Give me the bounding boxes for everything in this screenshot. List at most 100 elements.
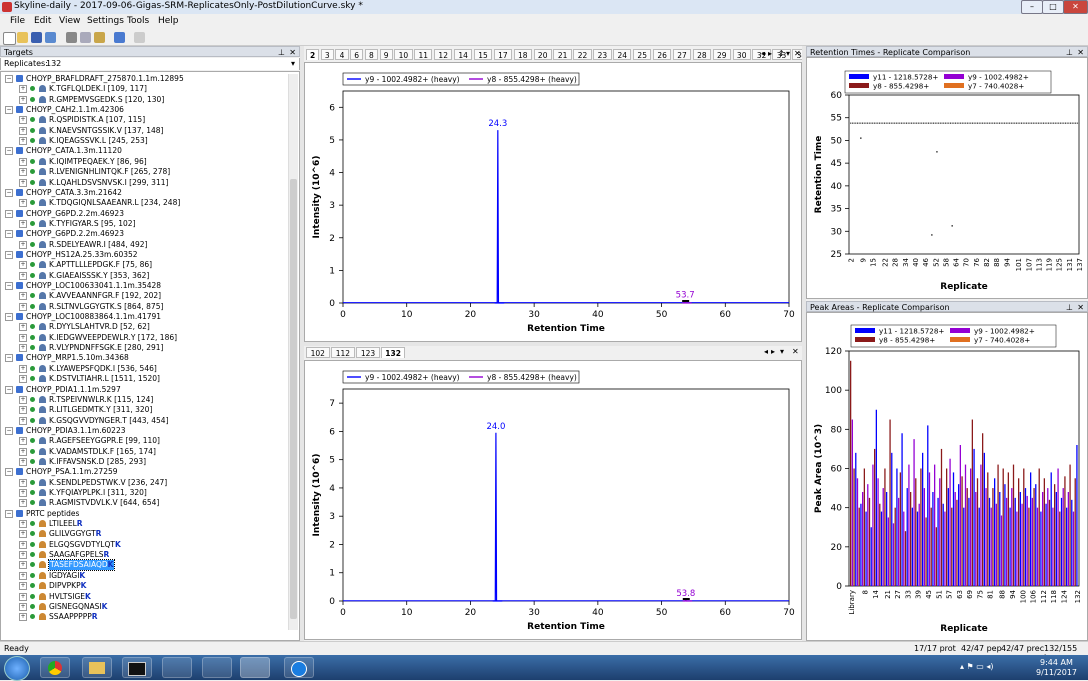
tab-replicate[interactable]: 28 bbox=[692, 49, 712, 60]
tab-replicate[interactable]: 2 bbox=[306, 49, 320, 60]
expand-icon[interactable]: + bbox=[19, 292, 27, 301]
expand-icon[interactable]: + bbox=[19, 271, 27, 280]
maximize-button[interactable]: □ bbox=[1042, 0, 1064, 14]
expand-icon[interactable]: + bbox=[19, 116, 27, 125]
collapse-icon[interactable]: − bbox=[5, 250, 13, 259]
collapse-icon[interactable]: − bbox=[5, 75, 13, 83]
expand-icon[interactable]: + bbox=[19, 602, 27, 611]
expand-icon[interactable]: + bbox=[19, 302, 27, 311]
tab-replicate[interactable]: 17 bbox=[493, 49, 513, 60]
tab-replicate[interactable]: 15 bbox=[473, 49, 493, 60]
chromatogram-bottom[interactable]: 0 10 20 30 40 50 60 70 0 1 2 3 4 5 6 7 Retention Time Int… bbox=[304, 360, 802, 640]
collapse-icon[interactable]: − bbox=[5, 230, 13, 239]
chromatogram-bottom-plot[interactable]: 0 10 20 30 40 50 60 70 0 1 2 3 4 5 6 7 Retention Time Int… bbox=[305, 361, 801, 639]
tab-replicate[interactable]: 4 bbox=[335, 49, 349, 60]
pa-plot[interactable]: y11 - 1218.5728+ y9 - 1002.4982+ y8 - 855.… bbox=[807, 313, 1087, 640]
expand-icon[interactable]: + bbox=[19, 344, 27, 353]
app-taskbar-icon[interactable] bbox=[162, 657, 192, 678]
expand-icon[interactable]: + bbox=[19, 168, 27, 177]
start-button[interactable] bbox=[4, 656, 30, 681]
close-pane-icon[interactable]: ✕ bbox=[289, 47, 296, 58]
collapse-icon[interactable]: − bbox=[5, 282, 13, 290]
expand-icon[interactable]: + bbox=[19, 457, 27, 466]
tab-scroll-right-icon[interactable]: ▸ bbox=[771, 347, 775, 356]
expand-icon[interactable]: + bbox=[19, 520, 27, 529]
expand-icon[interactable]: + bbox=[19, 157, 27, 166]
targets-scrollbar[interactable] bbox=[288, 74, 298, 630]
tab-replicate[interactable]: 14 bbox=[453, 49, 473, 60]
expand-icon[interactable]: + bbox=[19, 561, 27, 570]
expand-icon[interactable]: + bbox=[19, 478, 27, 487]
collapse-icon[interactable]: − bbox=[5, 354, 13, 363]
menu-tools[interactable]: Tools bbox=[127, 16, 149, 26]
clock-date[interactable]: 9/11/2017 bbox=[1036, 668, 1077, 677]
publish-icon[interactable] bbox=[45, 32, 56, 43]
expand-icon[interactable]: + bbox=[19, 571, 27, 580]
tab-scroll-right-icon[interactable]: ▸ bbox=[768, 49, 772, 58]
expand-icon[interactable]: + bbox=[19, 219, 27, 228]
expand-icon[interactable]: + bbox=[19, 178, 27, 187]
tab-scroll-left-icon[interactable]: ◂ bbox=[764, 347, 768, 356]
dropdown-icon[interactable]: ▾ bbox=[786, 49, 790, 58]
collapse-icon[interactable]: − bbox=[5, 426, 13, 435]
undo-icon[interactable] bbox=[114, 32, 125, 43]
close-icon[interactable]: ✕ bbox=[794, 49, 801, 58]
expand-icon[interactable]: + bbox=[19, 447, 27, 456]
menu-settings[interactable]: Settings bbox=[87, 16, 124, 26]
expand-icon[interactable]: + bbox=[19, 95, 27, 104]
open-folder-icon[interactable] bbox=[17, 32, 28, 43]
tab-replicate[interactable]: 27 bbox=[672, 49, 692, 60]
menu-edit[interactable]: Edit bbox=[34, 16, 51, 26]
rt-chart[interactable]: y11 - 1218.5728+ y9 - 1002.4982+ y8 - 855.… bbox=[806, 57, 1088, 299]
paste-icon[interactable] bbox=[94, 32, 105, 43]
cmd-taskbar-icon[interactable] bbox=[122, 657, 152, 678]
tab-replicate[interactable]: 26 bbox=[652, 49, 672, 60]
explorer-taskbar-icon[interactable] bbox=[82, 657, 112, 678]
tab-replicate[interactable]: 123 bbox=[356, 347, 380, 358]
tab-replicate[interactable]: 10 bbox=[394, 49, 413, 60]
close-icon[interactable]: ✕ bbox=[792, 347, 799, 356]
collapse-icon[interactable]: − bbox=[5, 313, 13, 322]
skyline-active-taskbar-icon[interactable] bbox=[240, 657, 270, 678]
collapse-icon[interactable]: − bbox=[5, 209, 13, 218]
expand-icon[interactable]: + bbox=[19, 261, 27, 270]
dropdown-icon[interactable]: ▾ bbox=[780, 347, 784, 356]
menu-file[interactable]: File bbox=[10, 16, 25, 26]
tab-replicate[interactable]: 29 bbox=[712, 49, 731, 60]
tab-replicate[interactable]: 24 bbox=[613, 49, 632, 60]
collapse-icon[interactable]: − bbox=[5, 188, 13, 197]
expand-icon[interactable]: + bbox=[19, 592, 27, 601]
expand-icon[interactable]: + bbox=[19, 530, 27, 539]
minimize-button[interactable]: – bbox=[1021, 0, 1043, 14]
tab-replicate[interactable]: 21 bbox=[553, 49, 572, 60]
expand-icon[interactable]: + bbox=[19, 416, 27, 425]
chrome-taskbar-icon[interactable] bbox=[40, 657, 70, 678]
clock-time[interactable]: 9:44 AM bbox=[1040, 658, 1073, 667]
tab-replicate[interactable]: 25 bbox=[633, 49, 652, 60]
skyline-taskbar-icon[interactable] bbox=[202, 657, 232, 678]
expand-icon[interactable]: + bbox=[19, 333, 27, 342]
tab-replicate[interactable]: 6 bbox=[350, 49, 364, 60]
expand-icon[interactable]: + bbox=[19, 582, 27, 591]
tab-replicate[interactable]: 3 bbox=[320, 49, 334, 60]
tab-replicate[interactable]: 22 bbox=[573, 49, 592, 60]
tab-replicate[interactable]: 18 bbox=[513, 49, 532, 60]
menu-help[interactable]: Help bbox=[158, 16, 179, 26]
pa-chart[interactable]: y11 - 1218.5728+ y9 - 1002.4982+ y8 - 855.… bbox=[806, 312, 1088, 641]
collapse-icon[interactable]: − bbox=[5, 385, 13, 394]
replicates-selector[interactable]: Replicates: 132 ▾ bbox=[0, 58, 300, 70]
tab-replicate[interactable]: 112 bbox=[331, 347, 355, 358]
expand-icon[interactable]: + bbox=[19, 613, 27, 622]
save-icon[interactable] bbox=[31, 32, 42, 43]
tab-replicate[interactable]: 102 bbox=[306, 347, 330, 358]
chevron-down-icon[interactable]: ▾ bbox=[291, 58, 295, 70]
redo-icon[interactable] bbox=[134, 32, 145, 43]
scrollbar-thumb[interactable] bbox=[290, 179, 297, 619]
expand-icon[interactable]: + bbox=[19, 364, 27, 373]
menu-view[interactable]: View bbox=[59, 16, 80, 26]
expand-icon[interactable]: + bbox=[19, 437, 27, 446]
collapse-icon[interactable]: − bbox=[5, 147, 13, 156]
expand-icon[interactable]: + bbox=[19, 85, 27, 94]
collapse-icon[interactable]: − bbox=[5, 468, 13, 477]
cut-icon[interactable] bbox=[66, 32, 77, 43]
